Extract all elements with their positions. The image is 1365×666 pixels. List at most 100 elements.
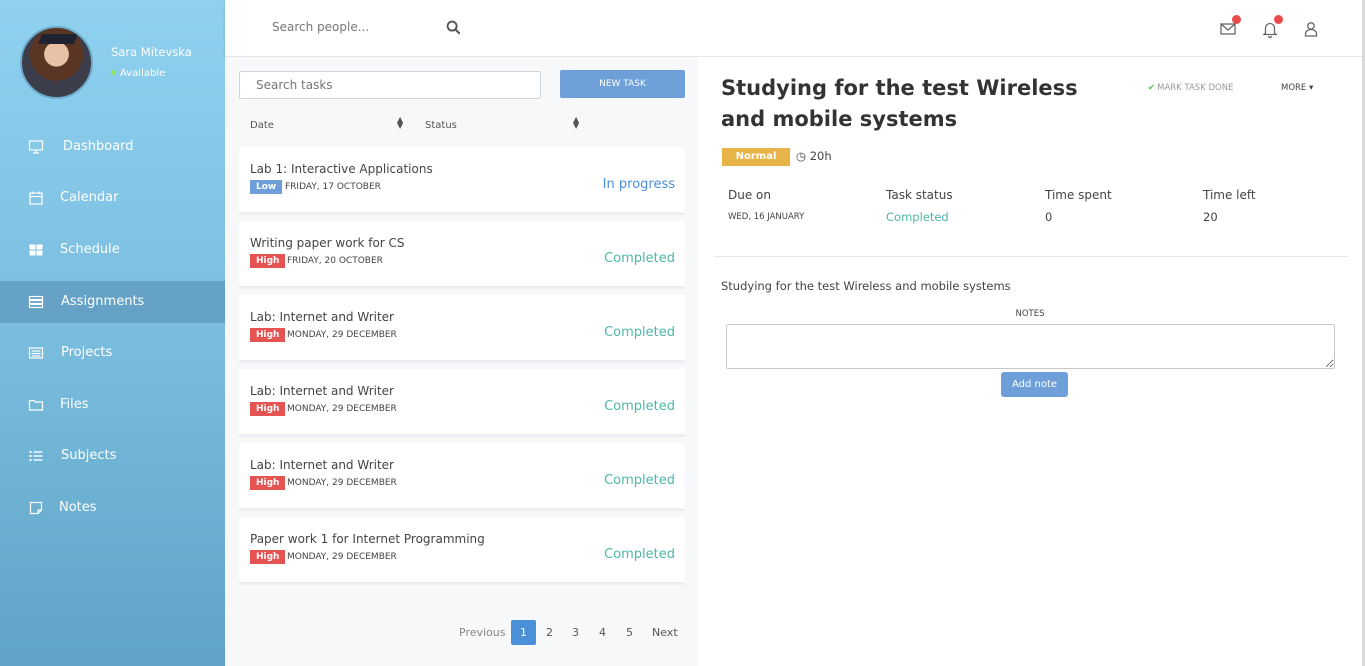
avatar[interactable] [20,26,93,99]
sidebar-item-projects[interactable]: Projects [0,332,225,374]
mark-task-done-button[interactable]: ✔ MARK TASK DONE [1148,83,1233,93]
bullet-list-icon [29,451,43,461]
sidebar-item-assignments[interactable]: Assignments [0,281,225,323]
mark-task-done-label: MARK TASK DONE [1157,83,1234,93]
online-dot-icon [111,70,116,75]
pagination-previous[interactable]: Previous [459,620,506,645]
user-menu-button[interactable] [1302,18,1322,38]
profile-status-label: Available [120,68,166,79]
notifications-button[interactable] [1261,15,1283,38]
task-date: MONDAY, 29 DECEMBER [287,552,397,562]
time-left-label: Time left [1203,188,1256,202]
task-row[interactable]: Writing paper work for CS High FRIDAY, 2… [239,221,685,289]
sidebar-item-files[interactable]: Files [0,384,225,426]
pagination-page-5[interactable]: 5 [626,620,633,645]
notes-textarea[interactable] [726,324,1335,369]
sidebar-item-label: Assignments [61,294,145,309]
due-value: WED, 16 JANUARY [728,212,805,222]
pagination-next[interactable]: Next [652,620,678,645]
task-title: Writing paper work for CS [250,236,405,250]
task-status-label: Task status [886,188,953,202]
task-row[interactable]: Lab: Internet and Writer High MONDAY, 29… [239,369,685,437]
task-title: Lab: Internet and Writer [250,384,394,398]
time-left-value: 20 [1203,210,1218,224]
clock-icon: ◷ [796,149,807,163]
calendar-icon [29,191,43,205]
sidebar-item-label: Calendar [60,190,119,205]
sidebar-item-subjects[interactable]: Subjects [0,435,225,477]
task-date: MONDAY, 29 DECEMBER [287,404,397,414]
task-status: Completed [604,325,675,340]
priority-badge: High [250,402,286,416]
priority-badge: High [250,328,286,342]
task-status: Completed [604,547,675,562]
sort-icon[interactable]: ▲ ▼ [397,116,403,130]
folder-icon [28,399,44,411]
notes-label: NOTES [1015,309,1045,319]
sidebar-item-calendar[interactable]: Calendar [0,177,225,219]
task-row[interactable]: Lab: Internet and Writer High MONDAY, 29… [239,443,685,511]
sidebar-item-schedule[interactable]: Schedule [0,229,225,271]
task-status: Completed [604,251,675,266]
user-icon [1304,22,1318,37]
sort-icon[interactable]: ▲ ▼ [573,116,579,130]
more-label: MORE [1281,83,1307,93]
task-list-panel: NEW TASK Date ▲▼ Status ▲▼ Lab 1: Intera… [225,57,698,666]
priority-badge: Normal [722,148,790,166]
add-note-button[interactable]: Add note [1001,372,1068,397]
sidebar: Sara Mitevska Available Dashboard Calend… [0,0,225,666]
task-row[interactable]: Lab 1: Interactive Applications Low FRID… [239,147,685,215]
caret-down-icon: ▾ [1309,83,1314,93]
monitor-icon [28,140,44,154]
task-title: Paper work 1 for Internet Programming [250,532,485,546]
task-status-value: Completed [886,210,949,224]
grid-icon [29,244,43,256]
notification-dot [1274,15,1283,24]
priority-badge: High [250,550,286,564]
check-icon: ✔ [1148,83,1156,93]
time-estimate-value: 20h [809,149,832,163]
notification-dot [1232,15,1241,24]
column-header-date[interactable]: Date [250,120,274,131]
task-date: MONDAY, 29 DECEMBER [287,478,397,488]
time-spent-label: Time spent [1045,188,1112,202]
due-label: Due on [728,188,771,202]
task-date: FRIDAY, 20 OCTOBER [287,256,383,266]
pagination-page-2[interactable]: 2 [546,620,553,645]
task-detail-title: Studying for the test Wireless and mobil… [721,76,1078,131]
task-title: Lab: Internet and Writer [250,310,394,324]
more-dropdown-button[interactable]: MORE ▾ [1281,83,1313,93]
pagination-page-3[interactable]: 3 [572,620,579,645]
task-status: Completed [604,473,675,488]
task-description: Studying for the test Wireless and mobil… [721,279,1011,293]
pagination-page-1[interactable]: 1 [511,620,536,645]
priority-badge: Low [250,180,283,194]
task-detail-panel: Studying for the test Wireless and mobil… [698,57,1362,666]
task-search-input[interactable] [239,71,541,99]
task-status: Completed [604,399,675,414]
divider [714,256,1348,257]
note-icon [29,501,43,515]
priority-badge: High [250,254,286,268]
sidebar-item-dashboard[interactable]: Dashboard [0,126,225,168]
task-row[interactable]: Lab: Internet and Writer High MONDAY, 29… [239,295,685,363]
time-estimate: ◷ 20h [796,149,832,163]
search-icon[interactable] [446,20,461,35]
task-title: Lab 1: Interactive Applications [250,162,433,176]
task-row[interactable]: Paper work 1 for Internet Programming Hi… [239,517,685,585]
column-header-status[interactable]: Status [425,120,457,131]
messages-button[interactable] [1219,15,1241,38]
sidebar-item-notes[interactable]: Notes [0,487,225,529]
sidebar-item-label: Projects [61,345,113,360]
people-search-input[interactable]: Search people... [272,20,369,34]
sidebar-item-label: Notes [59,500,97,515]
task-status: In progress [602,177,675,192]
list-box-icon [28,347,44,359]
task-date: FRIDAY, 17 OCTOBER [285,182,381,192]
sidebar-item-label: Subjects [61,448,117,463]
pagination-page-4[interactable]: 4 [599,620,606,645]
task-title: Lab: Internet and Writer [250,458,394,472]
top-bar: Search people... [225,0,1362,57]
new-task-button[interactable]: NEW TASK [560,70,685,98]
sidebar-item-label: Dashboard [63,139,134,154]
